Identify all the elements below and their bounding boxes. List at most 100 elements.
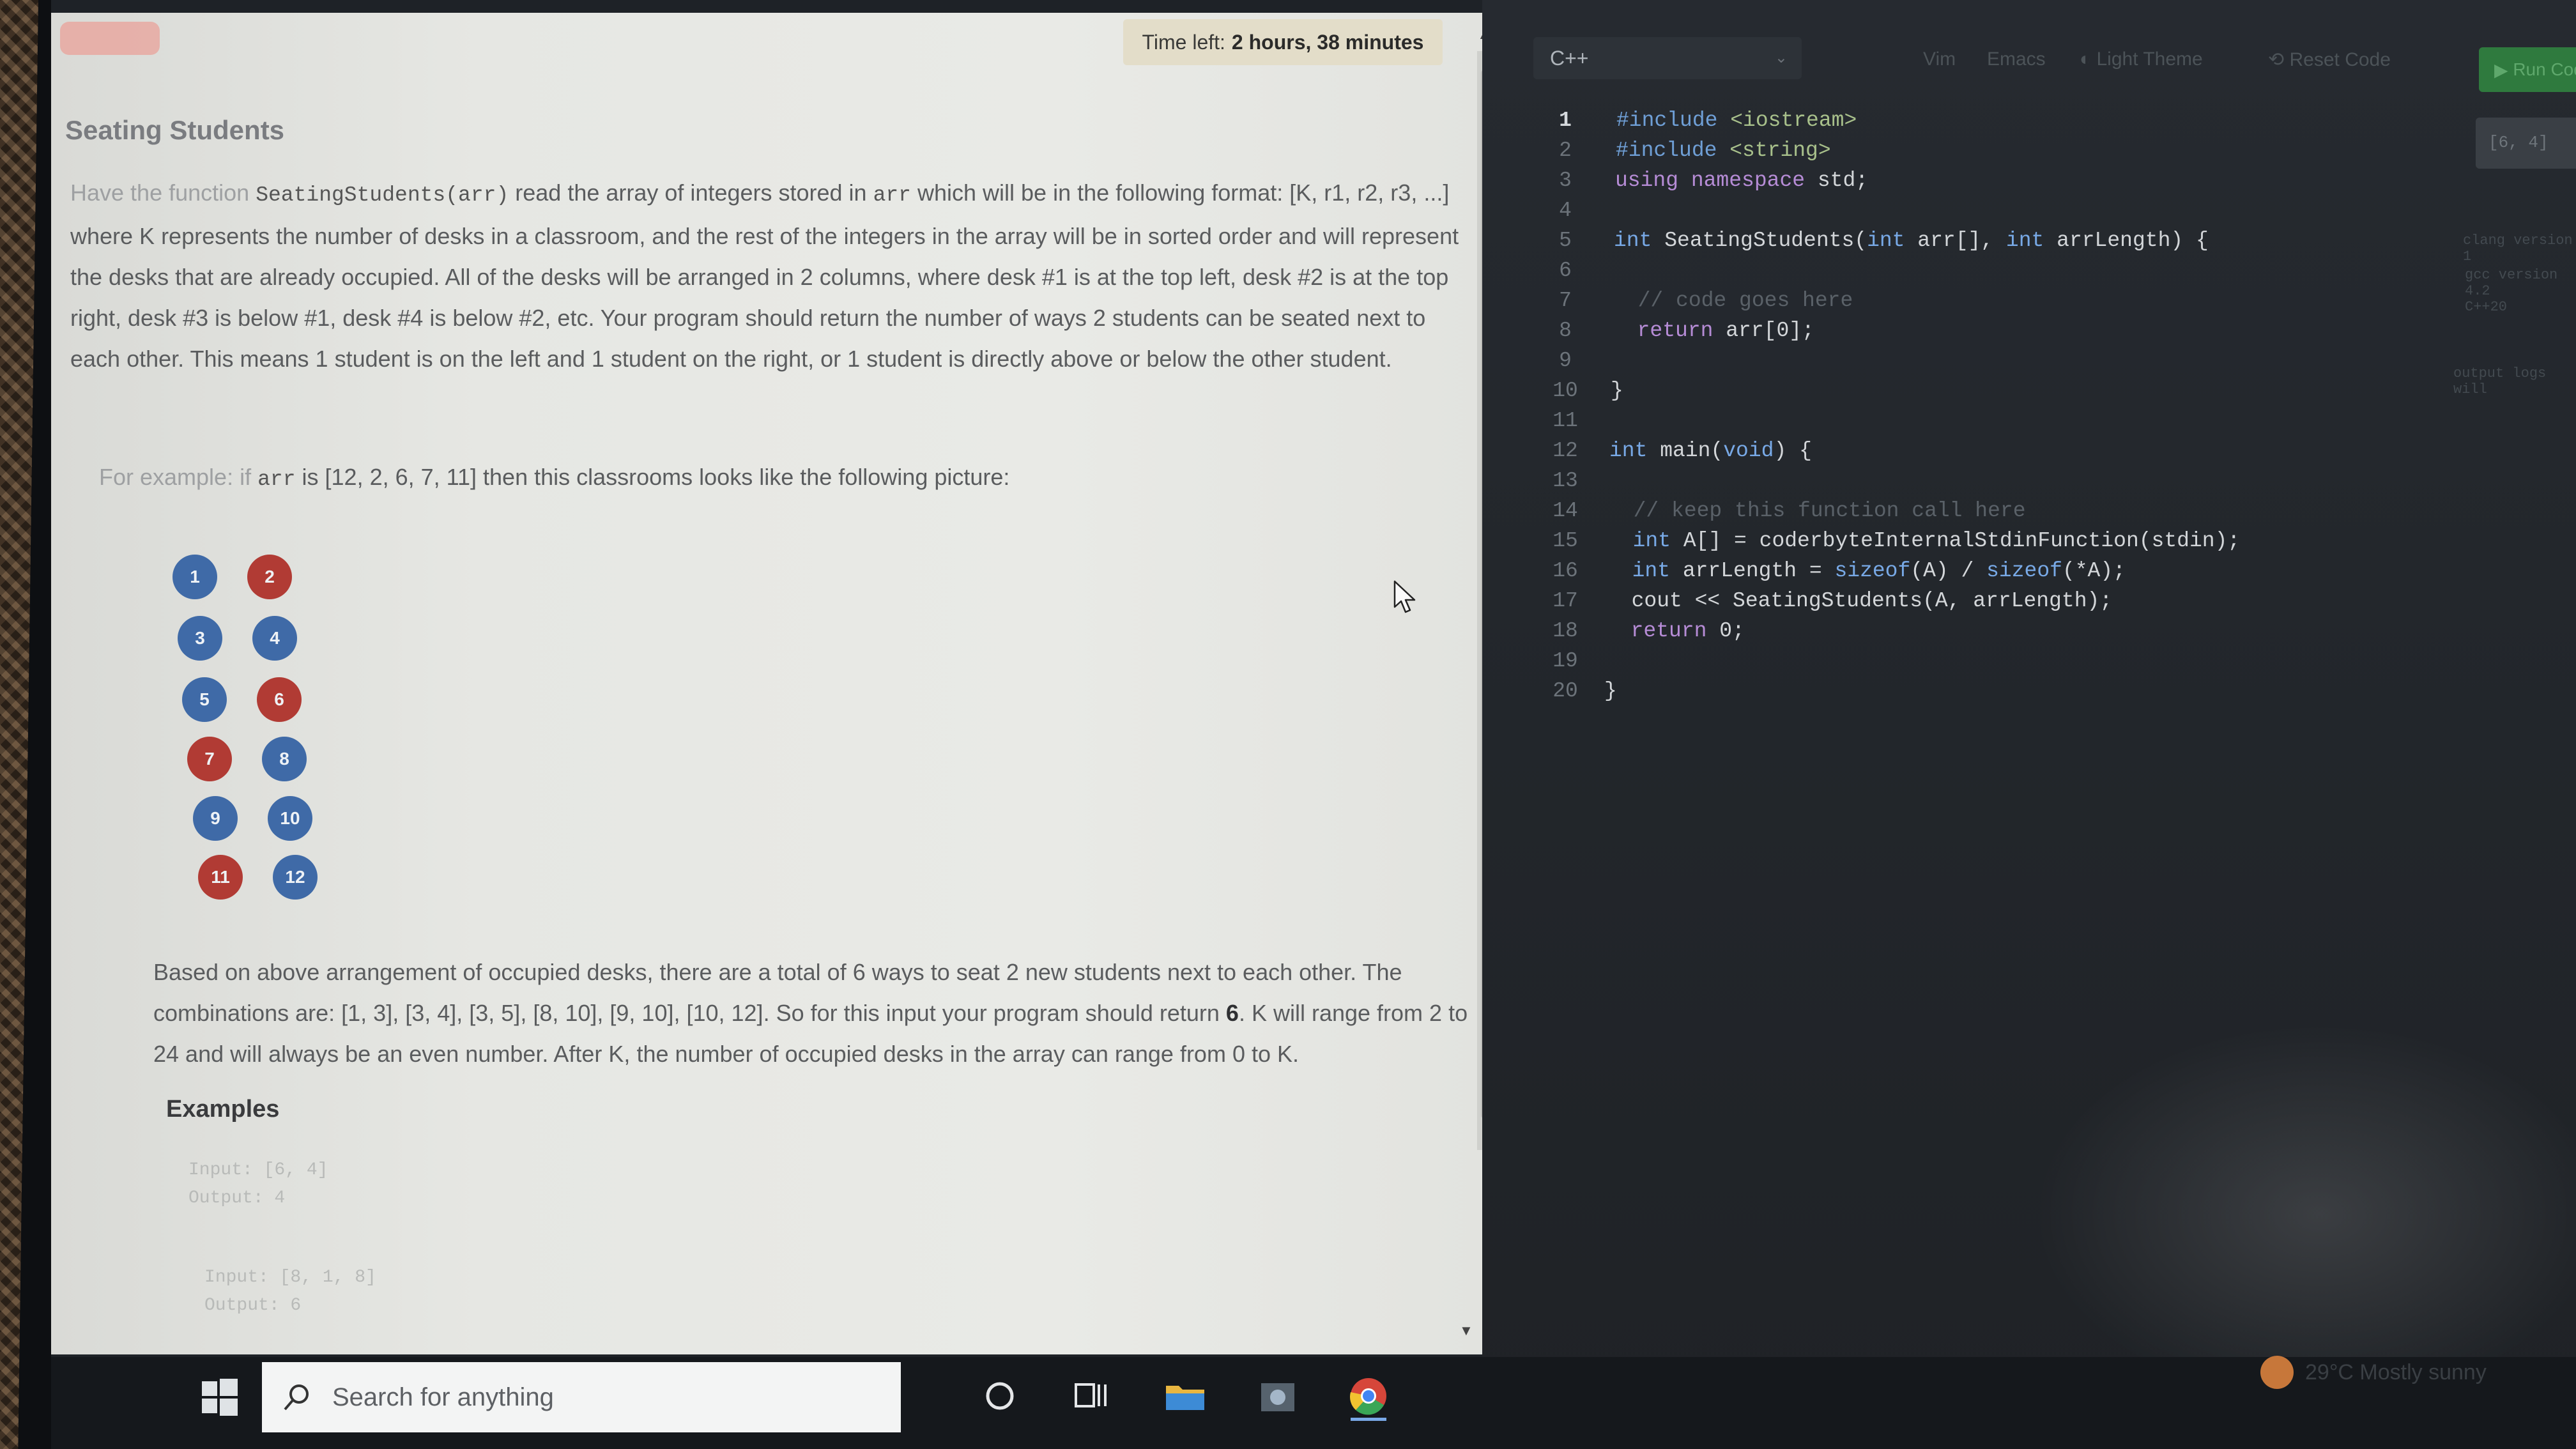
arr-code: arr bbox=[873, 183, 911, 207]
windows-start-icon[interactable] bbox=[197, 1375, 241, 1420]
code-text: #include <string> bbox=[1616, 139, 1831, 162]
search-icon bbox=[284, 1384, 309, 1411]
example-block: Input: [8, 1, 8] Output: 6 bbox=[204, 1264, 376, 1320]
code-text: return arr[0]; bbox=[1612, 319, 1814, 342]
light-theme-button[interactable]: ◐ Light Theme bbox=[2080, 49, 2203, 70]
task-view-icon[interactable] bbox=[1067, 1370, 1118, 1422]
code-line[interactable]: 20} bbox=[1482, 679, 2441, 709]
line-number: 3 bbox=[1559, 169, 1572, 192]
line-number: 10 bbox=[1552, 379, 1578, 402]
language-select[interactable]: C++ ⌄ bbox=[1533, 37, 1802, 79]
code-text: int A[] = coderbyteInternalStdinFunction… bbox=[1607, 529, 2241, 553]
side-note: clang version 1 bbox=[2463, 233, 2573, 264]
desk-9: 9 bbox=[193, 796, 238, 841]
code-text: } bbox=[1604, 679, 1617, 703]
code-line[interactable]: 7 // code goes here bbox=[1482, 289, 2441, 319]
desk-3: 3 bbox=[178, 616, 222, 661]
code-token: cout << SeatingStudents(A, arrLength); bbox=[1606, 589, 2113, 613]
desc-text: Have the function bbox=[70, 180, 256, 206]
code-token: arrLength = bbox=[1682, 559, 1835, 583]
code-line[interactable]: 18 return 0; bbox=[1482, 619, 2441, 649]
code-line[interactable]: 10} bbox=[1482, 379, 2441, 409]
code-token: (*A); bbox=[2062, 559, 2126, 583]
code-token: arrLength) { bbox=[2057, 229, 2209, 252]
timer-label: Time left: bbox=[1142, 30, 1225, 54]
code-line[interactable]: 5 int SeatingStudents(int arr[], int arrL… bbox=[1482, 229, 2441, 259]
taskbar-search-input[interactable]: Search for anything bbox=[262, 1362, 901, 1432]
emacs-mode-button[interactable]: Emacs bbox=[1987, 49, 2046, 70]
side-note: C++20 bbox=[2465, 299, 2508, 315]
code-line[interactable]: 8 return arr[0]; bbox=[1482, 319, 2441, 349]
code-line[interactable]: 14 // keep this function call here bbox=[1482, 499, 2441, 529]
app-store-icon[interactable] bbox=[1252, 1370, 1303, 1422]
code-line[interactable]: 17 cout << SeatingStudents(A, arrLength)… bbox=[1482, 589, 2441, 619]
code-text: // keep this function call here bbox=[1608, 499, 2026, 523]
cortana-circle-icon[interactable] bbox=[974, 1370, 1025, 1422]
code-text: // code goes here bbox=[1613, 289, 1853, 312]
desk-1: 1 bbox=[172, 555, 217, 599]
custom-input-field[interactable]: [6, 4] bbox=[2476, 118, 2576, 169]
desk-10: 10 bbox=[268, 796, 312, 841]
reset-code-button[interactable]: ⟲ Reset Code bbox=[2268, 49, 2391, 71]
file-explorer-icon[interactable] bbox=[1160, 1370, 1211, 1422]
line-number: 1 bbox=[1559, 109, 1572, 132]
code-token: int bbox=[2005, 229, 2057, 252]
example-input: Input: [8, 1, 8] bbox=[204, 1268, 376, 1287]
scroll-down-arrow-icon[interactable]: ▼ bbox=[1459, 1322, 1473, 1339]
explanation-text: Based on above arrangement of occupied d… bbox=[153, 959, 1402, 1026]
code-line[interactable]: 1 #include <iostream> bbox=[1482, 109, 2441, 139]
time-left-banner: Time left: 2 hours, 38 minutes bbox=[1123, 19, 1443, 65]
run-code-button[interactable]: ▶ Run Code bbox=[2479, 47, 2576, 92]
code-line[interactable]: 12 int main(void) { bbox=[1482, 439, 2441, 469]
line-number: 6 bbox=[1559, 259, 1572, 282]
side-note: output logs will bbox=[2453, 365, 2547, 397]
vim-mode-button[interactable]: Vim bbox=[1923, 49, 1956, 70]
code-token: arr[0]; bbox=[1726, 319, 1814, 342]
code-area[interactable]: 1 #include <iostream> 2 #include <string> 3 u… bbox=[1482, 109, 2441, 709]
code-text: using namespace std; bbox=[1615, 169, 1868, 192]
line-number: 16 bbox=[1552, 559, 1578, 583]
example-explanation: Based on above arrangement of occupied d… bbox=[153, 952, 1482, 1075]
line-number: 4 bbox=[1559, 199, 1572, 222]
code-line[interactable]: 6 bbox=[1482, 259, 2441, 289]
weather-widget[interactable]: 29°C Mostly sunny bbox=[2260, 1356, 2487, 1389]
code-token: A[] = coderbyteInternalStdinFunction(std… bbox=[1683, 529, 2241, 553]
code-line[interactable]: 16 int arrLength = sizeof(A) / sizeof(*A… bbox=[1482, 559, 2441, 589]
code-token: sizeof bbox=[1986, 559, 2062, 583]
code-line[interactable]: 9 bbox=[1482, 349, 2441, 379]
code-token: #include bbox=[1616, 109, 1731, 132]
timer-value: 2 hours, 38 minutes bbox=[1231, 30, 1424, 54]
code-line[interactable]: 11 bbox=[1482, 409, 2441, 439]
function-signature: SeatingStudents(arr) bbox=[256, 183, 509, 207]
code-line[interactable]: 4 bbox=[1482, 199, 2441, 229]
play-icon: ▶ bbox=[2494, 59, 2513, 80]
line-number: 14 bbox=[1552, 499, 1578, 523]
line-number: 20 bbox=[1552, 679, 1578, 703]
run-code-label: Run Code bbox=[2513, 59, 2576, 79]
line-number: 18 bbox=[1552, 619, 1578, 643]
code-line[interactable]: 13 bbox=[1482, 469, 2441, 499]
code-line[interactable]: 19 bbox=[1482, 649, 2441, 679]
example-intro-text: For example: if bbox=[99, 464, 258, 490]
brand-logo bbox=[60, 22, 160, 55]
arr-code: arr bbox=[257, 468, 296, 491]
examples-heading: Examples bbox=[166, 1096, 280, 1123]
code-token: sizeof bbox=[1834, 559, 1911, 583]
side-note: gcc version 4.2 bbox=[2465, 267, 2558, 299]
line-number: 19 bbox=[1552, 649, 1578, 673]
example-intro: For example: if arr is [12, 2, 6, 7, 11]… bbox=[99, 457, 1249, 500]
code-token: int bbox=[1607, 529, 1683, 553]
chrome-browser-icon[interactable] bbox=[1343, 1370, 1394, 1422]
code-line[interactable]: 3 using namespace std; bbox=[1482, 169, 2441, 199]
example-intro-text: is [12, 2, 6, 7, 11] then this classroom… bbox=[295, 464, 1010, 490]
chevron-down-icon: ⌄ bbox=[1774, 49, 1788, 66]
code-text: int SeatingStudents(int arr[], int arrLe… bbox=[1614, 229, 2209, 252]
code-line[interactable]: 15 int A[] = coderbyteInternalStdinFunct… bbox=[1482, 529, 2441, 559]
code-token: // keep this function call here bbox=[1608, 499, 2026, 523]
code-line[interactable]: 2 #include <string> bbox=[1482, 139, 2441, 169]
desk-11: 11 bbox=[198, 855, 243, 900]
code-token: SeatingStudents( bbox=[1664, 229, 1867, 252]
example-output: Output: 4 bbox=[188, 1188, 286, 1208]
desk-2: 2 bbox=[247, 555, 292, 599]
desk-4: 4 bbox=[252, 616, 297, 661]
